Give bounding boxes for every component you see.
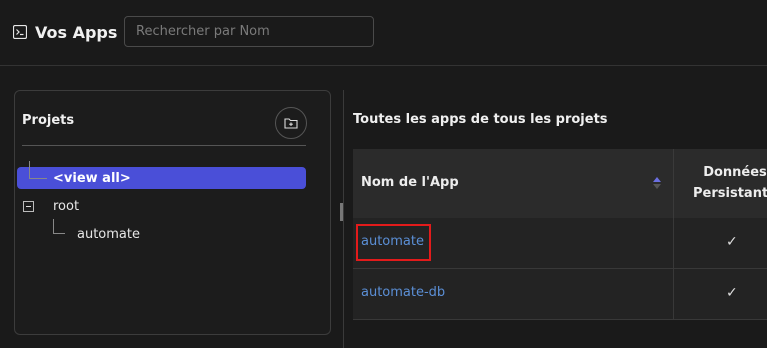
projects-title: Projets (22, 113, 75, 128)
search-input[interactable] (124, 16, 374, 47)
app-link-automate[interactable]: automate (361, 234, 424, 249)
terminal-icon (13, 25, 27, 39)
column-divider (673, 218, 674, 269)
tree-item-label: root (53, 198, 80, 214)
panel-splitter[interactable] (343, 90, 344, 348)
column-divider (673, 149, 674, 218)
projects-panel: Projets <view all> root automate (14, 90, 331, 335)
app-title: Vos Apps (13, 20, 117, 44)
column-header-name[interactable]: Nom de l'App (361, 175, 459, 190)
apps-table: Nom de l'App Données Persistante automat… (353, 149, 767, 348)
tree-line (53, 233, 65, 234)
app-link-automate-db[interactable]: automate-db (361, 285, 445, 300)
projects-divider (22, 145, 306, 146)
check-icon: ✓ (726, 285, 738, 301)
tree-item-label: automate (77, 226, 140, 242)
tree-item-view-all[interactable]: <view all> (17, 167, 306, 189)
collapse-icon[interactable] (23, 200, 34, 212)
top-header: Vos Apps (0, 0, 767, 66)
tree-item-label: <view all> (53, 170, 131, 186)
table-row: automate-db ✓ (353, 269, 767, 320)
column-header-persistent[interactable]: Données Persistante (685, 162, 767, 204)
tree-line (53, 219, 54, 233)
check-icon: ✓ (726, 234, 738, 250)
tree-item-automate[interactable]: automate (77, 225, 140, 243)
tree-line (29, 178, 47, 179)
table-header: Nom de l'App Données Persistante (353, 149, 767, 218)
sort-icon[interactable] (651, 175, 663, 191)
app-title-text: Vos Apps (35, 22, 118, 42)
apps-section-title: Toutes les apps de tous les projets (353, 112, 608, 127)
tree-item-root[interactable]: root (23, 197, 79, 215)
splitter-handle[interactable] (340, 203, 343, 221)
tree-line (29, 161, 30, 179)
new-folder-button[interactable] (275, 107, 307, 139)
new-folder-icon (284, 118, 298, 129)
table-row: automate ✓ (353, 218, 767, 269)
column-divider (673, 269, 674, 320)
